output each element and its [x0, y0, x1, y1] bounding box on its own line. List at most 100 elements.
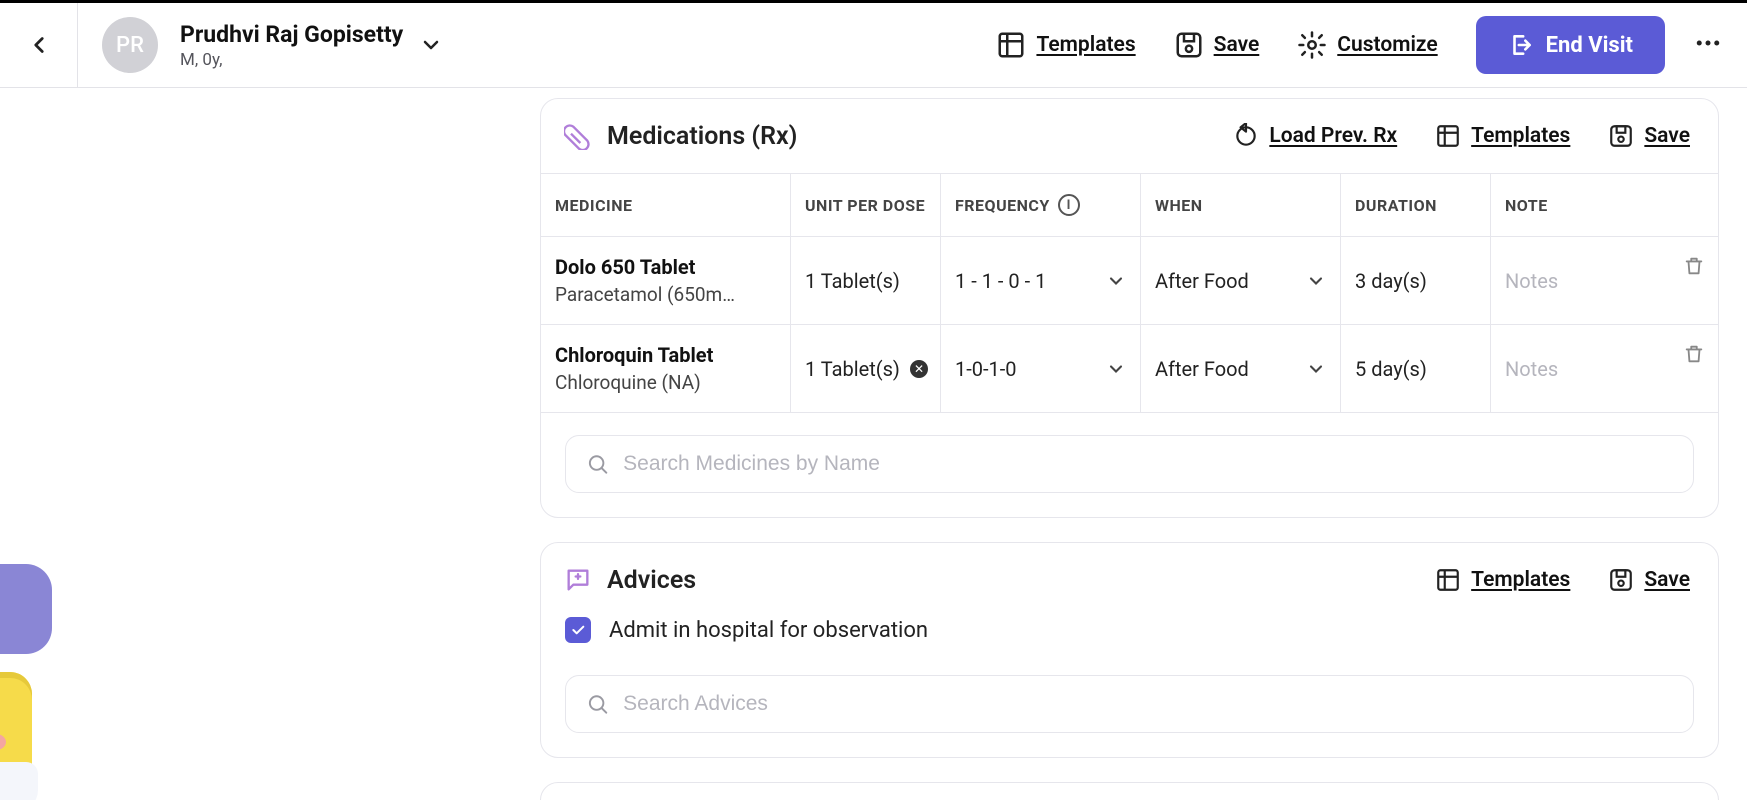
table-row: Chloroquin Tablet Chloroquine (NA) 1 Tab…	[541, 325, 1718, 413]
check-icon	[570, 622, 586, 638]
medicine-composition: Chloroquine (NA)	[555, 371, 776, 394]
medicine-cell[interactable]: Dolo 650 Tablet Paracetamol (650m…	[541, 237, 791, 324]
delete-row-button[interactable]	[1670, 237, 1718, 324]
speech-bubble	[0, 564, 52, 654]
info-icon[interactable]: i	[1058, 194, 1080, 216]
search-icon	[586, 452, 609, 476]
col-when: WHEN	[1141, 174, 1341, 236]
frequency-value: 1-0-1-0	[955, 357, 1017, 381]
frequency-cell[interactable]: 1-0-1-0	[941, 325, 1141, 412]
col-medicine: MEDICINE	[541, 174, 791, 236]
trash-icon	[1683, 255, 1705, 277]
dose-cell[interactable]: 1 Tablet(s)	[791, 237, 941, 324]
chevron-down-icon	[1106, 359, 1126, 379]
note-placeholder: Notes	[1505, 269, 1656, 293]
rx-templates-label: Templates	[1471, 124, 1570, 148]
duration-cell[interactable]: 5 day(s)	[1341, 325, 1491, 412]
reload-icon	[1233, 123, 1259, 149]
advices-templates-button[interactable]: Templates	[1435, 567, 1570, 593]
patient-name: Prudhvi Raj Gopisetty	[180, 21, 403, 48]
advices-title: Advices	[607, 566, 696, 595]
delete-row-button[interactable]	[1670, 325, 1718, 412]
duration-value: 3 day(s)	[1355, 269, 1476, 293]
checkbox-checked[interactable]	[565, 617, 591, 643]
dose-cell[interactable]: 1 Tablet(s) ✕	[791, 325, 941, 412]
advices-save-button[interactable]: Save	[1608, 567, 1690, 593]
load-prev-rx-button[interactable]: Load Prev. Rx	[1233, 123, 1397, 149]
medicine-name: Dolo 650 Tablet	[555, 255, 776, 279]
table-row: Dolo 650 Tablet Paracetamol (650m… 1 Tab…	[541, 237, 1718, 325]
col-unit-dose: UNIT PER DOSE	[791, 174, 941, 236]
customize-label: Customize	[1337, 33, 1437, 57]
trash-icon	[1683, 343, 1705, 365]
load-prev-label: Load Prev. Rx	[1269, 124, 1397, 148]
end-visit-button[interactable]: End Visit	[1476, 16, 1665, 74]
templates-label: Templates	[1036, 33, 1135, 57]
more-horizontal-icon	[1693, 28, 1723, 58]
when-value: After Food	[1155, 357, 1249, 381]
template-icon	[996, 30, 1026, 60]
save-button[interactable]: Save	[1174, 30, 1260, 60]
dose-value: 1 Tablet(s)	[805, 269, 926, 293]
note-placeholder: Notes	[1505, 357, 1656, 381]
note-cell[interactable]: Notes	[1491, 325, 1670, 412]
medications-card: Medications (Rx) Load Prev. Rx Templates…	[540, 98, 1719, 518]
back-button[interactable]	[0, 3, 78, 87]
advices-templates-label: Templates	[1471, 568, 1570, 592]
examinations-card: Examinations Templates Save	[540, 782, 1719, 800]
medicine-cell[interactable]: Chloroquin Tablet Chloroquine (NA)	[541, 325, 791, 412]
chevron-left-icon	[26, 32, 52, 58]
duration-value: 5 day(s)	[1355, 357, 1476, 381]
frequency-cell[interactable]: 1 - 1 - 0 - 1	[941, 237, 1141, 324]
right-column: Medications (Rx) Load Prev. Rx Templates…	[540, 88, 1747, 800]
gear-icon	[1297, 30, 1327, 60]
when-value: After Food	[1155, 269, 1249, 293]
exit-icon	[1508, 32, 1534, 58]
save-label: Save	[1214, 33, 1260, 57]
left-column	[0, 88, 540, 800]
top-bar: PR Prudhvi Raj Gopisetty M, 0y, Template…	[0, 0, 1747, 88]
search-advices-input[interactable]	[623, 692, 1673, 716]
pill-icon	[563, 121, 593, 151]
patient-block[interactable]: Prudhvi Raj Gopisetty M, 0y,	[180, 21, 443, 70]
col-duration: DURATION	[1341, 174, 1491, 236]
assistant-mascot[interactable]	[12, 564, 52, 782]
search-advices[interactable]	[565, 675, 1694, 733]
when-cell[interactable]: After Food	[1141, 237, 1341, 324]
more-button[interactable]	[1693, 28, 1723, 62]
save-icon	[1608, 567, 1634, 593]
patient-avatar: PR	[102, 17, 158, 73]
duration-cell[interactable]: 3 day(s)	[1341, 237, 1491, 324]
chevron-down-icon	[1306, 271, 1326, 291]
patient-meta: M, 0y,	[180, 50, 403, 70]
chevron-down-icon	[419, 33, 443, 57]
save-icon	[1608, 123, 1634, 149]
search-medicines[interactable]	[565, 435, 1694, 493]
medications-table: MEDICINE UNIT PER DOSE FREQUENCY i WHEN …	[541, 173, 1718, 413]
medications-title: Medications (Rx)	[607, 122, 797, 151]
col-frequency-label: FREQUENCY	[955, 196, 1050, 215]
templates-button[interactable]: Templates	[996, 30, 1135, 60]
mascot-face	[0, 672, 32, 792]
advice-icon	[563, 565, 593, 595]
note-cell[interactable]: Notes	[1491, 237, 1670, 324]
medicine-composition: Paracetamol (650m…	[555, 283, 776, 306]
search-medicines-input[interactable]	[623, 452, 1673, 476]
rx-save-label: Save	[1644, 124, 1690, 148]
end-visit-label: End Visit	[1546, 33, 1633, 58]
customize-button[interactable]: Customize	[1297, 30, 1437, 60]
col-frequency: FREQUENCY i	[941, 174, 1141, 236]
rx-save-button[interactable]: Save	[1608, 123, 1690, 149]
template-icon	[1435, 123, 1461, 149]
advices-card: Advices Templates Save Admit in hospi	[540, 542, 1719, 758]
when-cell[interactable]: After Food	[1141, 325, 1341, 412]
dose-value: 1 Tablet(s)	[805, 357, 900, 381]
rx-templates-button[interactable]: Templates	[1435, 123, 1570, 149]
clear-icon[interactable]: ✕	[910, 360, 928, 378]
chevron-down-icon	[1106, 271, 1126, 291]
template-icon	[1435, 567, 1461, 593]
medicine-name: Chloroquin Tablet	[555, 343, 776, 367]
advice-item[interactable]: Admit in hospital for observation	[541, 617, 1718, 653]
col-note: NOTE	[1491, 174, 1718, 236]
save-icon	[1174, 30, 1204, 60]
